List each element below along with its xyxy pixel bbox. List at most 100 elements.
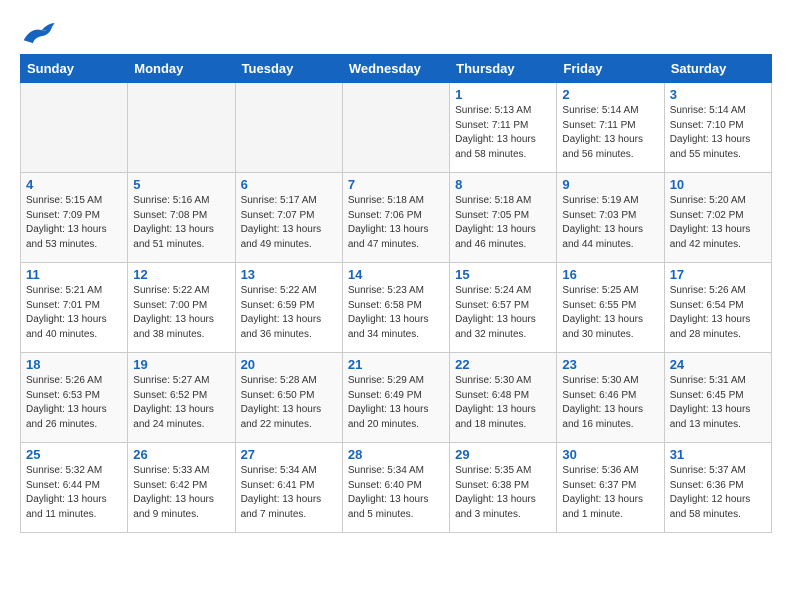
day-number: 2 <box>562 87 658 102</box>
day-info: Sunrise: 5:21 AM Sunset: 7:01 PM Dayligh… <box>26 284 122 342</box>
day-info: Sunrise: 5:18 AM Sunset: 7:05 PM Dayligh… <box>455 194 551 252</box>
calendar-cell: 13 Sunrise: 5:22 AM Sunset: 6:59 PM Dayli… <box>235 263 342 353</box>
day-info: Sunrise: 5:13 AM Sunset: 7:11 PM Dayligh… <box>455 104 551 162</box>
calendar-cell: 28 Sunrise: 5:34 AM Sunset: 6:40 PM Dayli… <box>342 443 449 533</box>
day-info: Sunrise: 5:14 AM Sunset: 7:10 PM Dayligh… <box>670 104 766 162</box>
day-info: Sunrise: 5:27 AM Sunset: 6:52 PM Dayligh… <box>133 374 229 432</box>
calendar-cell: 18 Sunrise: 5:26 AM Sunset: 6:53 PM Dayli… <box>21 353 128 443</box>
calendar-cell: 31 Sunrise: 5:37 AM Sunset: 6:36 PM Dayli… <box>664 443 771 533</box>
calendar-cell: 12 Sunrise: 5:22 AM Sunset: 7:00 PM Dayli… <box>128 263 235 353</box>
day-number: 1 <box>455 87 551 102</box>
calendar-cell: 16 Sunrise: 5:25 AM Sunset: 6:55 PM Dayli… <box>557 263 664 353</box>
week-row-2: 4Sunrise: 5:15 AM Sunset: 7:09 PM Daylig… <box>21 173 772 263</box>
day-number: 11 <box>26 267 122 282</box>
day-number: 8 <box>455 177 551 192</box>
day-info: Sunrise: 5:33 AM Sunset: 6:42 PM Dayligh… <box>133 464 229 522</box>
calendar-cell: 10Sunrise: 5:20 AM Sunset: 7:02 PM Dayli… <box>664 173 771 263</box>
day-info: Sunrise: 5:14 AM Sunset: 7:11 PM Dayligh… <box>562 104 658 162</box>
day-info: Sunrise: 5:30 AM Sunset: 6:46 PM Dayligh… <box>562 374 658 432</box>
day-number: 7 <box>348 177 444 192</box>
day-number: 15 <box>455 267 551 282</box>
day-info: Sunrise: 5:20 AM Sunset: 7:02 PM Dayligh… <box>670 194 766 252</box>
day-info: Sunrise: 5:22 AM Sunset: 6:59 PM Dayligh… <box>241 284 337 342</box>
day-number: 5 <box>133 177 229 192</box>
calendar-table: SundayMondayTuesdayWednesdayThursdayFrid… <box>20 54 772 533</box>
header-row: SundayMondayTuesdayWednesdayThursdayFrid… <box>21 55 772 83</box>
day-info: Sunrise: 5:26 AM Sunset: 6:53 PM Dayligh… <box>26 374 122 432</box>
day-number: 29 <box>455 447 551 462</box>
calendar-cell: 26Sunrise: 5:33 AM Sunset: 6:42 PM Dayli… <box>128 443 235 533</box>
day-number: 3 <box>670 87 766 102</box>
calendar-cell: 23 Sunrise: 5:30 AM Sunset: 6:46 PM Dayli… <box>557 353 664 443</box>
week-row-5: 25 Sunrise: 5:32 AM Sunset: 6:44 PM Dayli… <box>21 443 772 533</box>
day-number: 16 <box>562 267 658 282</box>
day-info: Sunrise: 5:17 AM Sunset: 7:07 PM Dayligh… <box>241 194 337 252</box>
day-number: 4 <box>26 177 122 192</box>
col-header-sunday: Sunday <box>21 55 128 83</box>
calendar-cell: 15 Sunrise: 5:24 AM Sunset: 6:57 PM Dayli… <box>450 263 557 353</box>
day-number: 22 <box>455 357 551 372</box>
calendar-cell: 5 Sunrise: 5:16 AM Sunset: 7:08 PM Daylig… <box>128 173 235 263</box>
calendar-cell: 20 Sunrise: 5:28 AM Sunset: 6:50 PM Dayli… <box>235 353 342 443</box>
day-number: 28 <box>348 447 444 462</box>
day-number: 27 <box>241 447 337 462</box>
day-info: Sunrise: 5:30 AM Sunset: 6:48 PM Dayligh… <box>455 374 551 432</box>
calendar-cell: 7 Sunrise: 5:18 AM Sunset: 7:06 PM Daylig… <box>342 173 449 263</box>
week-row-4: 18 Sunrise: 5:26 AM Sunset: 6:53 PM Dayli… <box>21 353 772 443</box>
day-number: 23 <box>562 357 658 372</box>
calendar-cell: 30Sunrise: 5:36 AM Sunset: 6:37 PM Dayli… <box>557 443 664 533</box>
day-info: Sunrise: 5:31 AM Sunset: 6:45 PM Dayligh… <box>670 374 766 432</box>
day-info: Sunrise: 5:23 AM Sunset: 6:58 PM Dayligh… <box>348 284 444 342</box>
calendar-cell: 9 Sunrise: 5:19 AM Sunset: 7:03 PM Daylig… <box>557 173 664 263</box>
day-number: 21 <box>348 357 444 372</box>
day-number: 12 <box>133 267 229 282</box>
day-number: 17 <box>670 267 766 282</box>
calendar-cell <box>235 83 342 173</box>
col-header-tuesday: Tuesday <box>235 55 342 83</box>
day-number: 19 <box>133 357 229 372</box>
day-info: Sunrise: 5:29 AM Sunset: 6:49 PM Dayligh… <box>348 374 444 432</box>
col-header-wednesday: Wednesday <box>342 55 449 83</box>
day-info: Sunrise: 5:34 AM Sunset: 6:41 PM Dayligh… <box>241 464 337 522</box>
calendar-cell: 14Sunrise: 5:23 AM Sunset: 6:58 PM Dayli… <box>342 263 449 353</box>
day-info: Sunrise: 5:35 AM Sunset: 6:38 PM Dayligh… <box>455 464 551 522</box>
day-number: 20 <box>241 357 337 372</box>
calendar-cell: 8 Sunrise: 5:18 AM Sunset: 7:05 PM Daylig… <box>450 173 557 263</box>
calendar-cell: 2 Sunrise: 5:14 AM Sunset: 7:11 PM Daylig… <box>557 83 664 173</box>
calendar-cell: 22 Sunrise: 5:30 AM Sunset: 6:48 PM Dayli… <box>450 353 557 443</box>
day-info: Sunrise: 5:16 AM Sunset: 7:08 PM Dayligh… <box>133 194 229 252</box>
calendar-cell: 1 Sunrise: 5:13 AM Sunset: 7:11 PM Daylig… <box>450 83 557 173</box>
calendar-cell <box>21 83 128 173</box>
calendar-cell: 6Sunrise: 5:17 AM Sunset: 7:07 PM Daylig… <box>235 173 342 263</box>
day-number: 31 <box>670 447 766 462</box>
logo-icon <box>20 20 56 46</box>
calendar-cell: 17 Sunrise: 5:26 AM Sunset: 6:54 PM Dayli… <box>664 263 771 353</box>
day-info: Sunrise: 5:26 AM Sunset: 6:54 PM Dayligh… <box>670 284 766 342</box>
day-info: Sunrise: 5:28 AM Sunset: 6:50 PM Dayligh… <box>241 374 337 432</box>
week-row-1: 1 Sunrise: 5:13 AM Sunset: 7:11 PM Daylig… <box>21 83 772 173</box>
day-number: 18 <box>26 357 122 372</box>
day-info: Sunrise: 5:36 AM Sunset: 6:37 PM Dayligh… <box>562 464 658 522</box>
day-info: Sunrise: 5:32 AM Sunset: 6:44 PM Dayligh… <box>26 464 122 522</box>
day-info: Sunrise: 5:22 AM Sunset: 7:00 PM Dayligh… <box>133 284 229 342</box>
calendar-cell: 25 Sunrise: 5:32 AM Sunset: 6:44 PM Dayli… <box>21 443 128 533</box>
col-header-monday: Monday <box>128 55 235 83</box>
day-number: 24 <box>670 357 766 372</box>
col-header-friday: Friday <box>557 55 664 83</box>
day-number: 13 <box>241 267 337 282</box>
day-number: 9 <box>562 177 658 192</box>
day-info: Sunrise: 5:24 AM Sunset: 6:57 PM Dayligh… <box>455 284 551 342</box>
day-info: Sunrise: 5:37 AM Sunset: 6:36 PM Dayligh… <box>670 464 766 522</box>
calendar-cell: 4Sunrise: 5:15 AM Sunset: 7:09 PM Daylig… <box>21 173 128 263</box>
day-info: Sunrise: 5:18 AM Sunset: 7:06 PM Dayligh… <box>348 194 444 252</box>
week-row-3: 11 Sunrise: 5:21 AM Sunset: 7:01 PM Dayli… <box>21 263 772 353</box>
calendar-cell: 3 Sunrise: 5:14 AM Sunset: 7:10 PM Daylig… <box>664 83 771 173</box>
day-info: Sunrise: 5:34 AM Sunset: 6:40 PM Dayligh… <box>348 464 444 522</box>
calendar-cell <box>128 83 235 173</box>
day-number: 25 <box>26 447 122 462</box>
day-info: Sunrise: 5:25 AM Sunset: 6:55 PM Dayligh… <box>562 284 658 342</box>
calendar-cell: 11 Sunrise: 5:21 AM Sunset: 7:01 PM Dayli… <box>21 263 128 353</box>
header <box>20 20 772 46</box>
col-header-thursday: Thursday <box>450 55 557 83</box>
day-info: Sunrise: 5:19 AM Sunset: 7:03 PM Dayligh… <box>562 194 658 252</box>
